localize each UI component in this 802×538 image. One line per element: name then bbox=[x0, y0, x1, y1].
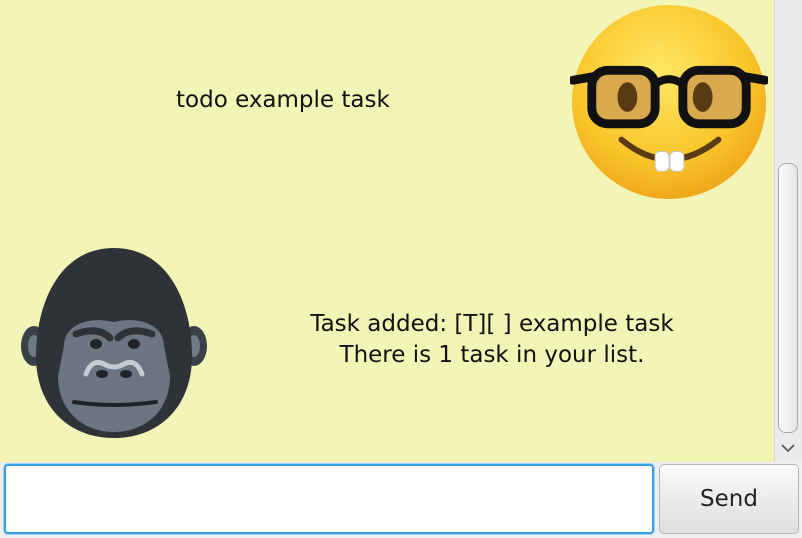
chevron-down-icon[interactable] bbox=[779, 438, 797, 458]
input-bar: Send bbox=[0, 462, 802, 538]
chat-window: todo example task Task added: [T][] exa… bbox=[0, 0, 802, 538]
send-button[interactable]: Send bbox=[659, 464, 799, 534]
bot-message-text: Task added: [T][ ] example task There is… bbox=[310, 311, 674, 368]
scrollbar-thumb[interactable] bbox=[778, 163, 798, 433]
dialog-container: todo example task Task added: [T][] exa… bbox=[0, 0, 774, 462]
message-input[interactable] bbox=[4, 464, 654, 534]
user-message-text: todo example task bbox=[176, 87, 390, 113]
gorilla-icon bbox=[21, 248, 207, 438]
vertical-scrollbar[interactable] bbox=[774, 0, 802, 462]
nerd-face-icon bbox=[570, 4, 768, 200]
